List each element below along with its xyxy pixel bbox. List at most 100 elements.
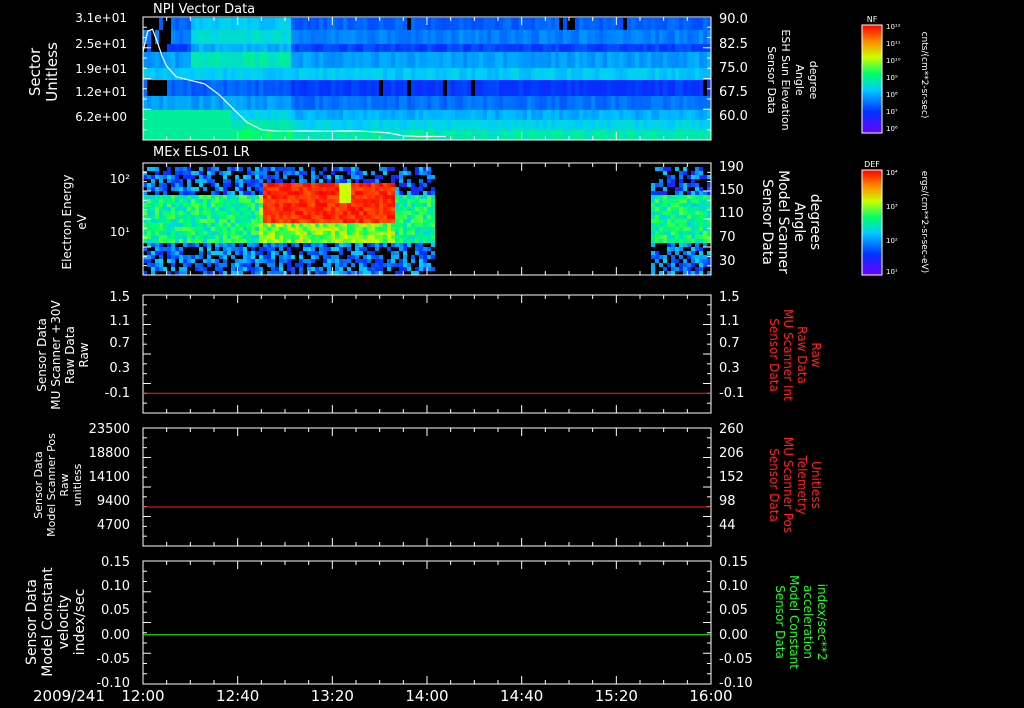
npi-heat-cell [291, 96, 295, 110]
els-heat-cell [387, 231, 391, 235]
els-heat-cell [251, 219, 255, 223]
els-heat-cell [431, 227, 435, 231]
npi-heat-cell [527, 80, 531, 96]
els-heat-cell [239, 251, 243, 255]
els-heat-cell [407, 267, 411, 271]
els-heat-cell [371, 191, 375, 195]
npi-heat-cell [519, 120, 523, 130]
els-heat-cell [215, 263, 219, 267]
els-heat-cell [247, 259, 251, 263]
els-heat-cell [239, 247, 243, 251]
npi-heat-cell [419, 30, 423, 44]
els-heat-cell [307, 267, 311, 271]
npi-heat-cell [695, 18, 699, 30]
npi-heat-cell [215, 120, 219, 130]
els-heat-cell [215, 191, 219, 195]
els-heat-cell [295, 207, 299, 211]
els-heat-cell [175, 175, 179, 179]
els-heat-cell [183, 187, 187, 191]
npi-heat-cell [619, 96, 623, 110]
els-heat-cell [419, 167, 423, 171]
els-heat-cell [331, 255, 335, 259]
els-heat-cell [427, 223, 431, 227]
npi-heat-cell [319, 44, 323, 52]
els-heat-cell [319, 199, 323, 203]
npi-heat-cell [387, 52, 391, 68]
els-heat-cell [407, 227, 411, 231]
npi-heat-cell [471, 120, 475, 130]
npi-heat-cell [647, 52, 651, 68]
els-heat-cell [383, 195, 387, 199]
els-heat-cell [355, 255, 359, 259]
els-heat-cell [391, 207, 395, 211]
els-heat-cell [147, 259, 151, 263]
npi-heat-cell [615, 44, 619, 52]
npi-heat-cell [287, 96, 291, 110]
els-heat-cell [367, 271, 371, 275]
els-heat-cell [331, 167, 335, 171]
npi-heat-cell [591, 96, 595, 110]
els-heat-cell [291, 211, 295, 215]
els-heat-cell [371, 215, 375, 219]
npi-heat-cell [567, 110, 571, 120]
els-heat-cell [651, 191, 655, 195]
npi-heat-cell [219, 30, 223, 44]
npi-heat-cell [431, 44, 435, 52]
npi-heat-cell [175, 52, 179, 68]
els-heat-cell [179, 183, 183, 187]
npi-heat-cell [323, 18, 327, 30]
npi-heat-cell [587, 120, 591, 130]
npi-heat-cell [179, 44, 183, 52]
els-heat-cell [431, 203, 435, 207]
els-heat-cell [195, 207, 199, 211]
def-colorbar-unit: ergs/(cm**2-sr-sec-eV) [919, 171, 929, 273]
npi-heat-cell [659, 52, 663, 68]
npi-heat-cell [215, 68, 219, 80]
els-heat-cell [695, 207, 699, 211]
els-heat-cell [295, 219, 299, 223]
els-heat-cell [391, 263, 395, 267]
els-heat-cell [327, 259, 331, 263]
els-heat-cell [179, 191, 183, 195]
els-heat-cell [323, 175, 327, 179]
els-heat-cell [195, 255, 199, 259]
els-heat-cell [259, 239, 263, 243]
els-heat-cell [707, 223, 711, 227]
npi-heat-cell [495, 52, 499, 68]
els-heat-cell [327, 263, 331, 267]
npi-heat-cell [379, 52, 383, 68]
npi-heat-cell [455, 96, 459, 110]
npi-heat-cell [343, 120, 347, 130]
els-heat-cell [707, 235, 711, 239]
els-heat-cell [187, 239, 191, 243]
npi-heat-cell [611, 80, 615, 96]
els-heat-cell [303, 259, 307, 263]
els-heat-cell [335, 243, 339, 247]
els-heat-cell [403, 171, 407, 175]
els-left-label: Electron Energy eV [60, 174, 89, 269]
npi-heat-cell [483, 30, 487, 44]
vel-right-tick: 0.15 [719, 555, 748, 570]
els-heat-cell [347, 255, 351, 259]
els-heat-cell [199, 199, 203, 203]
els-heat-cell [699, 207, 703, 211]
els-heat-cell [383, 191, 387, 195]
els-heat-cell [375, 231, 379, 235]
els-heat-cell [247, 171, 251, 175]
npi-heat-cell [463, 18, 467, 30]
npi-heat-cell [627, 120, 631, 130]
els-heat-cell [659, 271, 663, 275]
els-heat-cell [303, 171, 307, 175]
npi-heat-cell [167, 52, 171, 68]
npi-heat-cell [519, 130, 523, 140]
els-heat-cell [415, 235, 419, 239]
els-heat-cell [223, 255, 227, 259]
npi-heat-cell [283, 44, 287, 52]
npi-heat-cell [587, 80, 591, 96]
npi-heat-cell [551, 110, 555, 120]
els-heat-cell [703, 231, 707, 235]
els-heat-cell [231, 207, 235, 211]
els-heat-cell [699, 171, 703, 175]
npi-heat-cell [659, 80, 663, 96]
els-heat-cell [419, 247, 423, 251]
